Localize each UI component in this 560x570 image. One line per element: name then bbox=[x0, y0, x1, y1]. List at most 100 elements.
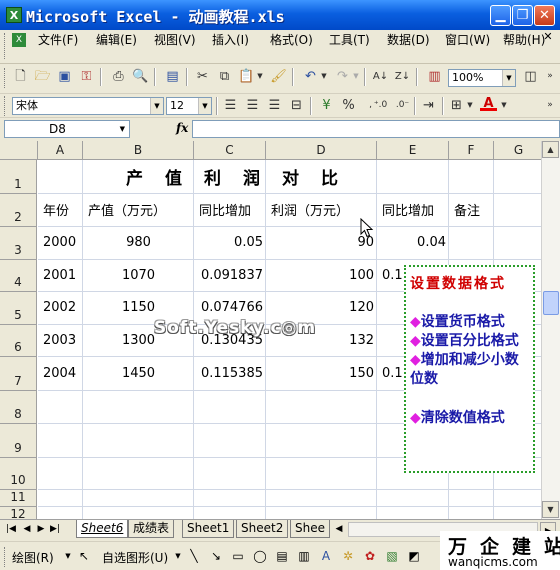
sort-descending-icon[interactable]: Z↓ bbox=[394, 68, 411, 85]
format-painter-icon[interactable]: 🖌 bbox=[270, 68, 287, 85]
arrow-icon[interactable]: ↘ bbox=[208, 548, 224, 564]
font-combo[interactable]: 宋体 ▼ bbox=[12, 97, 164, 115]
row-header-8[interactable]: 8 bbox=[0, 391, 37, 424]
paste-icon[interactable]: 📋 bbox=[238, 68, 255, 85]
paste-dropdown-icon[interactable]: ▼ bbox=[256, 68, 264, 85]
zoom-combo[interactable]: 100% ▼ bbox=[448, 69, 516, 87]
sheet-title-cell[interactable]: 产值利润对比 bbox=[38, 160, 448, 193]
tab-sheet-truncated[interactable]: Shee bbox=[290, 520, 330, 538]
copy-icon[interactable]: ⧉ bbox=[216, 68, 233, 85]
row-header-2[interactable]: 2 bbox=[0, 194, 37, 227]
next-sheet-icon[interactable]: ▶ bbox=[34, 522, 48, 536]
sort-ascending-icon[interactable]: A↓ bbox=[372, 68, 389, 85]
percent-icon[interactable]: % bbox=[340, 97, 357, 114]
autoshapes-menu-button[interactable]: 自选图形(U) bbox=[102, 549, 168, 566]
line-icon[interactable]: ╲ bbox=[186, 548, 202, 564]
vertical-text-box-icon[interactable]: ▥ bbox=[296, 548, 312, 564]
document-close-icon[interactable]: ✕ bbox=[541, 30, 555, 46]
row-header-5[interactable]: 5 bbox=[0, 292, 37, 325]
menu-help[interactable]: 帮助(H) bbox=[503, 31, 545, 49]
permission-icon[interactable]: ⚿ bbox=[78, 68, 95, 85]
excel-app-icon[interactable]: X bbox=[6, 7, 22, 23]
header-cell-year[interactable]: 年份 bbox=[38, 193, 83, 226]
insert-function-icon[interactable]: fx bbox=[176, 121, 188, 135]
previous-sheet-icon[interactable]: ◀ bbox=[20, 522, 34, 536]
column-header-g[interactable]: G bbox=[494, 141, 541, 160]
research-icon[interactable]: ▤ bbox=[164, 68, 181, 85]
clip-art-icon[interactable]: ✿ bbox=[362, 548, 378, 564]
column-header-b[interactable]: B bbox=[83, 141, 194, 160]
increase-decimal-icon[interactable]: ⁺.0 bbox=[372, 97, 389, 114]
menu-tools[interactable]: 工具(T) bbox=[329, 31, 370, 49]
vertical-scrollbar[interactable]: ▲ ▼ bbox=[541, 141, 560, 519]
row-header-1[interactable]: 1 bbox=[0, 160, 37, 194]
font-color-dropdown-icon[interactable]: ▼ bbox=[500, 97, 508, 114]
formula-input[interactable] bbox=[192, 120, 560, 138]
redo-dropdown-icon[interactable]: ▼ bbox=[352, 68, 360, 85]
menu-gripper[interactable] bbox=[4, 33, 7, 59]
new-icon[interactable]: 🗋 bbox=[12, 68, 29, 85]
column-header-f[interactable]: F bbox=[449, 141, 494, 160]
header-cell-profit-growth[interactable]: 同比增加 bbox=[377, 193, 449, 226]
name-box[interactable]: D8 ▼ bbox=[4, 120, 130, 138]
borders-dropdown-icon[interactable]: ▼ bbox=[466, 97, 474, 114]
indent-icon[interactable]: ⇥ bbox=[420, 97, 437, 114]
font-size-combo[interactable]: 12 ▼ bbox=[166, 97, 212, 115]
tab-split-handle[interactable]: ◀ bbox=[332, 522, 346, 536]
align-right-icon[interactable]: ☰ bbox=[266, 97, 283, 114]
toolbar-options-icon[interactable]: » bbox=[544, 97, 556, 114]
insert-picture-icon[interactable]: ▧ bbox=[384, 548, 400, 564]
data-cell[interactable]: 1450 bbox=[83, 356, 194, 390]
rectangle-icon[interactable]: ▭ bbox=[230, 548, 246, 564]
undo-icon[interactable]: ↶ bbox=[302, 68, 319, 85]
camera-icon[interactable]: ◫ bbox=[522, 68, 539, 85]
maximize-button[interactable]: ❐ bbox=[512, 5, 533, 26]
print-preview-icon[interactable]: 🔍 bbox=[132, 68, 149, 85]
toolbar-options-icon[interactable]: » bbox=[544, 68, 556, 85]
row-header-9[interactable]: 9 bbox=[0, 424, 37, 458]
data-cell[interactable]: 2002 bbox=[38, 291, 83, 324]
select-objects-icon[interactable]: ↖ bbox=[76, 548, 92, 564]
print-icon[interactable]: ⎙ bbox=[110, 68, 127, 85]
data-cell[interactable]: 0.091837 bbox=[194, 259, 266, 291]
menu-edit[interactable]: 编辑(E) bbox=[96, 31, 137, 49]
column-header-a[interactable]: A bbox=[38, 141, 83, 160]
column-header-e[interactable]: E bbox=[377, 141, 449, 160]
currency-icon[interactable]: ¥ bbox=[318, 97, 335, 114]
wordart-icon[interactable]: A bbox=[318, 548, 334, 564]
menu-view[interactable]: 视图(V) bbox=[154, 31, 196, 49]
data-cell[interactable]: 2003 bbox=[38, 324, 83, 356]
chart-wizard-icon[interactable]: ▥ bbox=[426, 68, 443, 85]
undo-dropdown-icon[interactable]: ▼ bbox=[320, 68, 328, 85]
scroll-thumb[interactable] bbox=[543, 291, 559, 315]
align-left-icon[interactable]: ☰ bbox=[222, 97, 239, 114]
select-all-corner[interactable] bbox=[0, 141, 38, 160]
column-header-d[interactable]: D bbox=[266, 141, 377, 160]
draw-menu-button[interactable]: 绘图(R) bbox=[12, 549, 54, 566]
data-cell[interactable]: 100 bbox=[266, 259, 377, 291]
data-cell[interactable]: 2001 bbox=[38, 259, 83, 291]
data-cell[interactable]: 0.05 bbox=[194, 226, 266, 259]
data-cell[interactable]: 0.04 bbox=[377, 226, 449, 259]
header-cell-output-growth[interactable]: 同比增加 bbox=[194, 193, 266, 226]
row-header-7[interactable]: 7 bbox=[0, 357, 37, 391]
data-cell[interactable]: 150 bbox=[266, 356, 377, 390]
toolbar-gripper[interactable] bbox=[4, 96, 7, 116]
last-sheet-icon[interactable]: ▶| bbox=[48, 522, 62, 536]
menu-window[interactable]: 窗口(W) bbox=[445, 31, 490, 49]
data-cell[interactable]: 2000 bbox=[38, 226, 83, 259]
cut-icon[interactable]: ✂ bbox=[194, 68, 211, 85]
menu-data[interactable]: 数据(D) bbox=[387, 31, 430, 49]
scroll-down-icon[interactable]: ▼ bbox=[542, 501, 559, 518]
row-header-12[interactable]: 12 bbox=[0, 507, 37, 519]
first-sheet-icon[interactable]: |◀ bbox=[4, 522, 18, 536]
row-header-4[interactable]: 4 bbox=[0, 260, 37, 292]
toolbar-gripper[interactable] bbox=[4, 68, 7, 88]
diagram-icon[interactable]: ✲ bbox=[340, 548, 356, 564]
data-cell[interactable]: 980 bbox=[83, 226, 194, 259]
oval-icon[interactable]: ◯ bbox=[252, 548, 268, 564]
menu-insert[interactable]: 插入(I) bbox=[212, 31, 249, 49]
header-cell-output[interactable]: 产值（万元） bbox=[83, 193, 194, 226]
menu-file[interactable]: 文件(F) bbox=[38, 31, 78, 49]
tab-sheet1[interactable]: Sheet1 bbox=[182, 520, 235, 538]
